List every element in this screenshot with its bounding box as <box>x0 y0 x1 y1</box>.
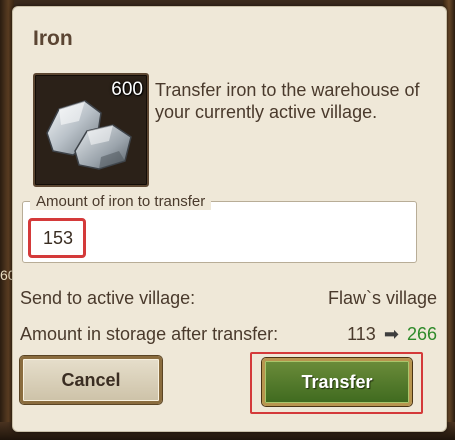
cancel-button[interactable]: Cancel <box>20 356 162 404</box>
background-fragment-text: 60 <box>0 267 12 283</box>
storage-current: 113 <box>347 324 376 344</box>
arrow-right-icon: ➡ <box>383 324 399 344</box>
storage-values: 113 ➡ 266 <box>347 324 437 345</box>
amount-input[interactable] <box>28 218 86 258</box>
item-slot: 600 <box>33 73 149 187</box>
amount-field-label: Amount of iron to transfer <box>30 193 212 210</box>
item-count-badge: 600 <box>111 79 143 100</box>
transfer-button[interactable]: Transfer <box>262 358 412 406</box>
dialog-description: Transfer iron to the warehouse of your c… <box>155 80 420 122</box>
dialog-title: Iron <box>33 27 73 50</box>
storage-after: 266 <box>406 324 437 344</box>
storage-label: Amount in storage after transfer: <box>20 324 279 344</box>
village-name: Flaw`s village <box>327 288 437 308</box>
village-label: Send to active village: <box>20 288 196 308</box>
